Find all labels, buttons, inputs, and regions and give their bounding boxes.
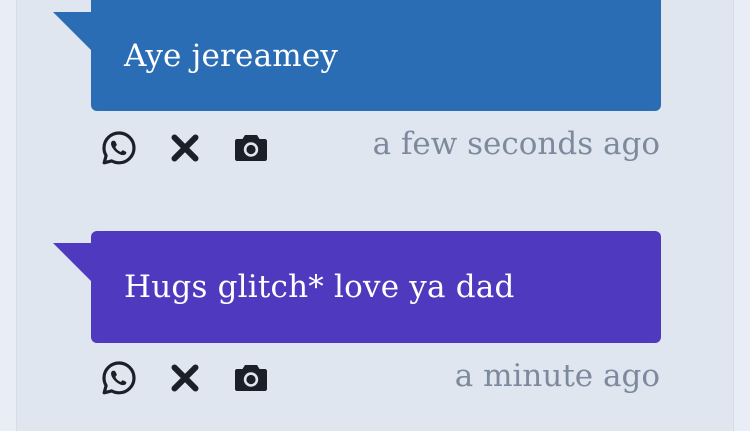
message-actions [100, 128, 280, 168]
screenshot-button[interactable] [232, 129, 270, 167]
close-icon [171, 134, 199, 162]
bubble-tail [53, 243, 93, 283]
screenshot-button[interactable] [232, 359, 270, 397]
share-whatsapp-button[interactable] [100, 129, 138, 167]
whatsapp-icon [102, 131, 136, 165]
message-text: Hugs glitch* love ya dad [124, 269, 515, 305]
bubble-tail-shape [53, 243, 93, 283]
message-bubble: Aye jereamey [91, 0, 661, 111]
delete-button[interactable] [166, 129, 204, 167]
message-timestamp: a minute ago [454, 358, 660, 394]
share-whatsapp-button[interactable] [100, 359, 138, 397]
message-timestamp: a few seconds ago [372, 126, 660, 162]
message-feed: Aye jereamey a few seconds ago Hugs glit… [16, 0, 734, 431]
delete-button[interactable] [166, 359, 204, 397]
message-text: Aye jereamey [124, 37, 339, 74]
message-bubble: Hugs glitch* love ya dad [91, 231, 661, 343]
whatsapp-icon [102, 361, 136, 395]
camera-icon [235, 365, 267, 391]
bubble-tail-shape [53, 12, 93, 52]
close-icon [171, 364, 199, 392]
message-actions [100, 358, 280, 398]
bubble-tail [53, 12, 93, 52]
camera-icon [235, 135, 267, 161]
